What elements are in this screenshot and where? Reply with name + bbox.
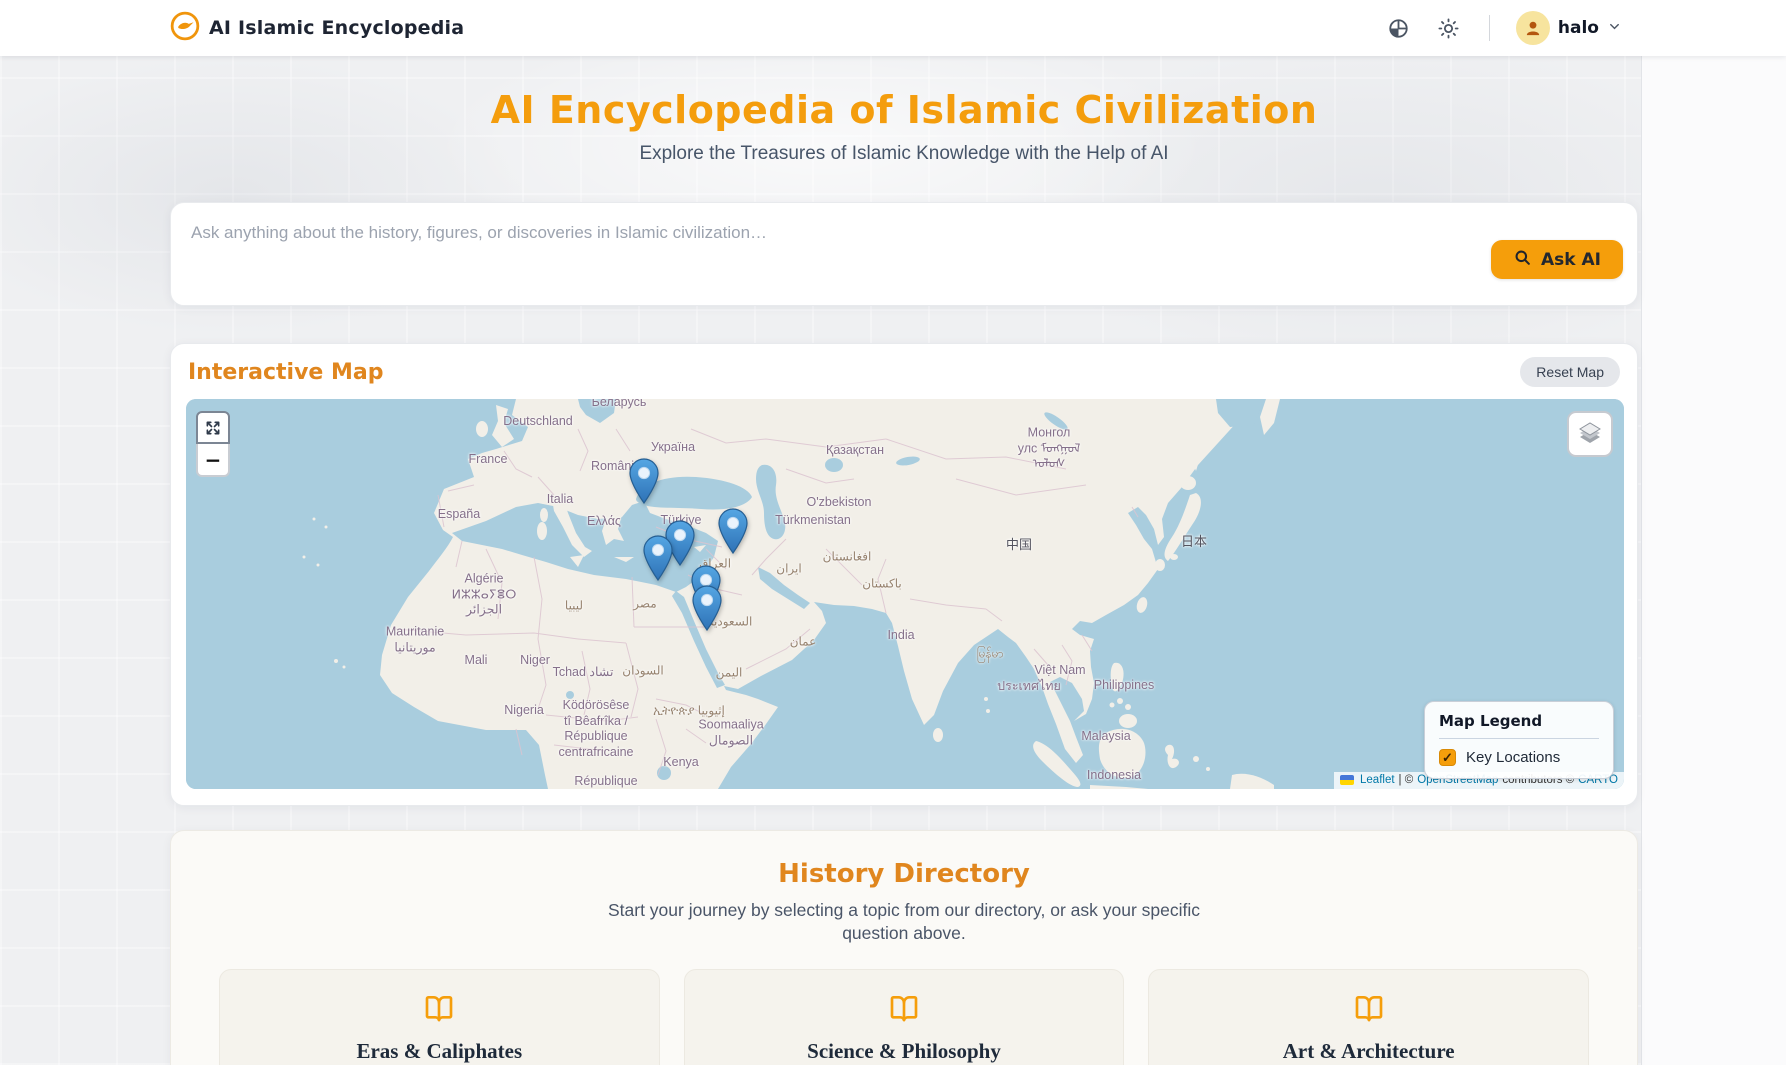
- hero-section: AI Encyclopedia of Islamic Civilization …: [170, 56, 1638, 165]
- zoom-out-button[interactable]: −: [196, 444, 230, 477]
- category-label: Art & Architecture: [1149, 1039, 1588, 1064]
- category-label: Science & Philosophy: [685, 1039, 1124, 1064]
- history-directory-title: History Directory: [219, 859, 1589, 889]
- interactive-map-card: Interactive Map Reset Map: [170, 343, 1638, 806]
- sun-icon[interactable]: [1435, 14, 1463, 42]
- category-row: Eras & Caliphates Science & Philosophy A…: [219, 969, 1589, 1065]
- open-book-icon: [1353, 1011, 1385, 1028]
- category-card[interactable]: Eras & Caliphates: [219, 969, 660, 1065]
- page-body: AI Encyclopedia of Islamic Civilization …: [0, 56, 1786, 1065]
- category-label: Eras & Caliphates: [220, 1039, 659, 1064]
- history-directory-description: Start your journey by selecting a topic …: [584, 899, 1224, 945]
- page-subtitle: Explore the Treasures of Islamic Knowled…: [170, 143, 1638, 165]
- basemap-tiles: [186, 399, 1624, 789]
- legend-divider: [1439, 738, 1599, 739]
- history-directory-card: History Directory Start your journey by …: [170, 830, 1638, 1065]
- map-section-title: Interactive Map: [188, 360, 384, 385]
- user-menu[interactable]: halo: [1516, 11, 1622, 45]
- map-marker-pin[interactable]: [718, 508, 748, 554]
- top-navbar: AI Islamic Encyclopedia halo: [0, 0, 1786, 56]
- page-title: AI Encyclopedia of Islamic Civilization: [170, 88, 1638, 132]
- ask-input[interactable]: [191, 223, 1451, 283]
- logo-icon: [170, 11, 200, 46]
- ukraine-flag-icon: [1340, 775, 1354, 785]
- map-legend-title: Map Legend: [1439, 712, 1599, 730]
- map-legend: Map Legend ✓ Key Locations: [1424, 701, 1614, 779]
- ask-ai-button[interactable]: Ask AI: [1491, 240, 1623, 279]
- ask-ai-label: Ask AI: [1541, 250, 1601, 270]
- navbar-actions: halo: [1385, 11, 1622, 45]
- reset-map-button[interactable]: Reset Map: [1520, 357, 1620, 387]
- avatar: [1516, 11, 1550, 45]
- right-margin-strip: [1641, 56, 1786, 1065]
- key-locations-toggle[interactable]: ✓ Key Locations: [1439, 749, 1599, 766]
- app-title: AI Islamic Encyclopedia: [209, 17, 464, 39]
- map-marker-pin[interactable]: [643, 535, 673, 581]
- category-card[interactable]: Art & Architecture: [1148, 969, 1589, 1065]
- chevron-down-icon: [1607, 19, 1622, 37]
- ask-ai-card: Ask AI: [170, 202, 1638, 306]
- globe-icon[interactable]: [1385, 14, 1413, 42]
- checkbox-checked-icon[interactable]: ✓: [1439, 749, 1456, 766]
- navbar-divider: [1489, 15, 1490, 41]
- open-book-icon: [423, 1011, 455, 1028]
- search-icon: [1513, 248, 1532, 272]
- map-controls: −: [196, 411, 230, 477]
- map-marker-pin[interactable]: [692, 585, 722, 631]
- layers-icon[interactable]: [1567, 411, 1613, 457]
- fullscreen-icon[interactable]: [196, 411, 230, 444]
- user-name: halo: [1558, 18, 1599, 38]
- key-locations-label: Key Locations: [1466, 749, 1560, 766]
- leaflet-link[interactable]: Leaflet: [1360, 774, 1395, 786]
- category-card[interactable]: Science & Philosophy: [684, 969, 1125, 1065]
- attribution-separator: | ©: [1399, 774, 1414, 786]
- open-book-icon: [888, 1011, 920, 1028]
- map-marker-pin[interactable]: [629, 458, 659, 504]
- brand: AI Islamic Encyclopedia: [170, 11, 464, 46]
- map-canvas[interactable]: − Map Legend ✓ Key Location: [186, 399, 1624, 789]
